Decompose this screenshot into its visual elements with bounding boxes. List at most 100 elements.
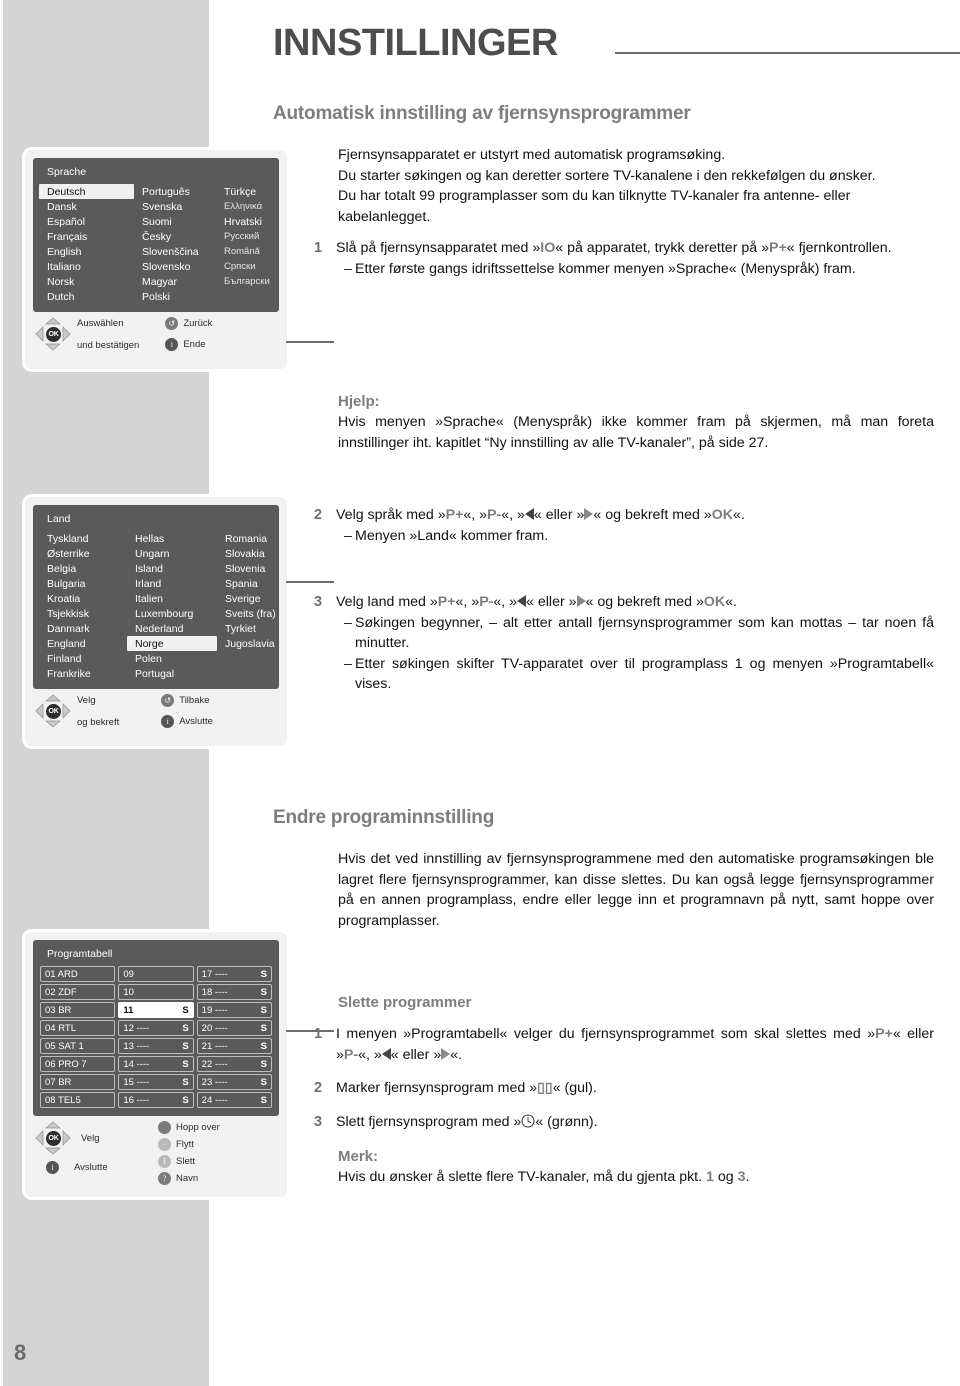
list-item[interactable]: Dansk — [39, 199, 134, 214]
action-row[interactable]: ∙ Flytt — [158, 1138, 220, 1151]
program-slot[interactable]: 03 BR — [40, 1002, 116, 1018]
list-item[interactable]: Deutsch — [39, 184, 134, 199]
return-arrow-icon[interactable]: ↺ — [165, 317, 179, 330]
program-slot[interactable]: 15 ---- S — [118, 1074, 194, 1090]
info-icon[interactable]: i — [165, 338, 179, 351]
dpad-icon[interactable]: OK — [35, 1121, 71, 1155]
list-item[interactable]: Česky — [134, 229, 216, 244]
list-item[interactable]: England — [39, 636, 127, 651]
list-item[interactable]: Hrvatski — [216, 214, 273, 229]
list-item[interactable]: Frankrike — [39, 666, 127, 681]
list-item[interactable]: Østerrike — [39, 546, 127, 561]
list-item[interactable]: Norsk — [39, 274, 134, 289]
d1-d: « eller » — [390, 1046, 442, 1063]
list-item[interactable]: Polen — [127, 651, 217, 666]
list-item[interactable]: Dutch — [39, 289, 134, 304]
list-item[interactable]: Slovenia — [217, 561, 276, 576]
program-slot[interactable]: 09 — [118, 966, 194, 982]
program-slot[interactable]: 10 — [118, 984, 194, 1000]
list-item[interactable]: English — [39, 244, 134, 259]
list-item[interactable]: Italiano — [39, 259, 134, 274]
list-item[interactable]: Italien — [127, 591, 217, 606]
ok-button-label[interactable]: OK — [46, 1131, 61, 1146]
list-item[interactable]: Danmark — [39, 621, 127, 636]
list-item[interactable]: Polski — [134, 289, 216, 304]
program-slot[interactable]: 18 ---- S — [196, 984, 272, 1000]
info-icon[interactable]: i — [161, 715, 175, 728]
list-item[interactable]: Español — [39, 214, 134, 229]
program-slot[interactable]: 07 BR — [40, 1074, 116, 1090]
program-slot[interactable]: 17 ---- S — [196, 966, 272, 982]
list-item[interactable]: Svenska — [134, 199, 216, 214]
list-item[interactable]: Ελληνικά — [216, 199, 273, 214]
program-slot[interactable]: 24 ---- S — [196, 1092, 272, 1108]
list-item[interactable]: Portugal — [127, 666, 217, 681]
list-item[interactable]: Slovensko — [134, 259, 216, 274]
list-item[interactable]: Tyrkiet — [217, 621, 276, 636]
program-slot[interactable]: 04 RTL — [40, 1020, 116, 1036]
program-slot[interactable]: 01 ARD — [40, 966, 116, 982]
list-item[interactable]: Finland — [39, 651, 127, 666]
program-slot[interactable]: 21 ---- S — [196, 1038, 272, 1054]
program-slot[interactable]: 08 TEL5 — [40, 1092, 116, 1108]
pause-bars-icon[interactable]: ‖ — [158, 1155, 171, 1168]
list-item[interactable]: Suomi — [134, 214, 216, 229]
list-item[interactable]: Luxembourg — [127, 606, 217, 621]
program-slot[interactable]: 23 ---- S — [196, 1074, 272, 1090]
list-item[interactable]: Romania — [217, 531, 276, 546]
list-item[interactable]: Tsjekkisk — [39, 606, 127, 621]
list-item[interactable]: Belgia — [39, 561, 127, 576]
info-icon[interactable]: i — [46, 1161, 59, 1174]
dpad-icon[interactable]: OK — [35, 694, 71, 728]
list-item[interactable]: Spania — [217, 576, 276, 591]
list-item[interactable]: Български — [216, 274, 273, 289]
list-item[interactable]: Hellas — [127, 531, 217, 546]
program-slot[interactable]: 02 ZDF — [40, 984, 116, 1000]
arrow-right-icon — [576, 595, 586, 607]
return-arrow-icon[interactable]: ↺ — [161, 694, 175, 707]
program-slot[interactable]: 12 ---- S — [118, 1020, 194, 1036]
action-row[interactable]: Hopp over — [158, 1121, 220, 1134]
list-item[interactable]: Norge — [127, 636, 217, 651]
program-slot[interactable]: 22 ---- S — [196, 1056, 272, 1072]
program-slot[interactable]: 06 PRO 7 — [40, 1056, 116, 1072]
blue-oval-icon[interactable] — [158, 1121, 171, 1134]
list-item[interactable]: Irland — [127, 576, 217, 591]
list-item[interactable]: Magyar — [134, 274, 216, 289]
list-item[interactable]: Jugoslavia — [217, 636, 276, 651]
program-slot[interactable]: 13 ---- S — [118, 1038, 194, 1054]
list-item[interactable]: Bulgaria — [39, 576, 127, 591]
program-slot[interactable]: 05 SAT 1 — [40, 1038, 116, 1054]
list-item[interactable]: Kroatia — [39, 591, 127, 606]
list-item[interactable]: Српски — [216, 259, 273, 274]
ok-button-label[interactable]: OK — [46, 704, 61, 719]
program-slot[interactable]: 11 S — [118, 1002, 194, 1018]
program-slot[interactable]: 14 ---- S — [118, 1056, 194, 1072]
list-item[interactable]: Island — [127, 561, 217, 576]
program-slot[interactable]: 19 ---- S — [196, 1002, 272, 1018]
list-item[interactable]: Slovenščina — [134, 244, 216, 259]
step-2-t2: «, » — [501, 507, 525, 523]
list-item[interactable]: Português — [134, 184, 216, 199]
action-row[interactable]: ? Navn — [158, 1172, 220, 1185]
program-slot[interactable]: 16 ---- S — [118, 1092, 194, 1108]
list-item[interactable]: Română — [216, 244, 273, 259]
action-row[interactable]: ‖ Slett — [158, 1155, 220, 1168]
program-slot[interactable]: 20 ---- S — [196, 1020, 272, 1036]
question-circle-icon[interactable]: ? — [158, 1172, 171, 1185]
list-item[interactable]: Русский — [216, 229, 273, 244]
dpad-icon[interactable]: OK — [35, 317, 71, 351]
list-item[interactable]: Slovakia — [217, 546, 276, 561]
list-item[interactable]: Sveits (fra) — [217, 606, 276, 621]
list-item[interactable]: Nederland — [127, 621, 217, 636]
list-item[interactable]: Tyskland — [39, 531, 127, 546]
grey-circle-icon[interactable]: ∙ — [158, 1138, 171, 1151]
language-list[interactable]: Deutsch Português Türkçe Dansk Svenska Ελληνι… — [33, 184, 279, 304]
list-item[interactable]: Ungarn — [127, 546, 217, 561]
list-item[interactable]: Türkçe — [216, 184, 273, 199]
program-table[interactable]: 01 ARD 09 17 ---- S 02 ZDF 10 18 ---- S 03 BR 11 S… — [33, 966, 279, 1108]
list-item[interactable]: Français — [39, 229, 134, 244]
list-item[interactable]: Sverige — [217, 591, 276, 606]
ok-button-label[interactable]: OK — [46, 327, 61, 342]
country-list[interactable]: Tyskland Hellas Romania Østerrike Ungarn Slov… — [33, 531, 279, 681]
